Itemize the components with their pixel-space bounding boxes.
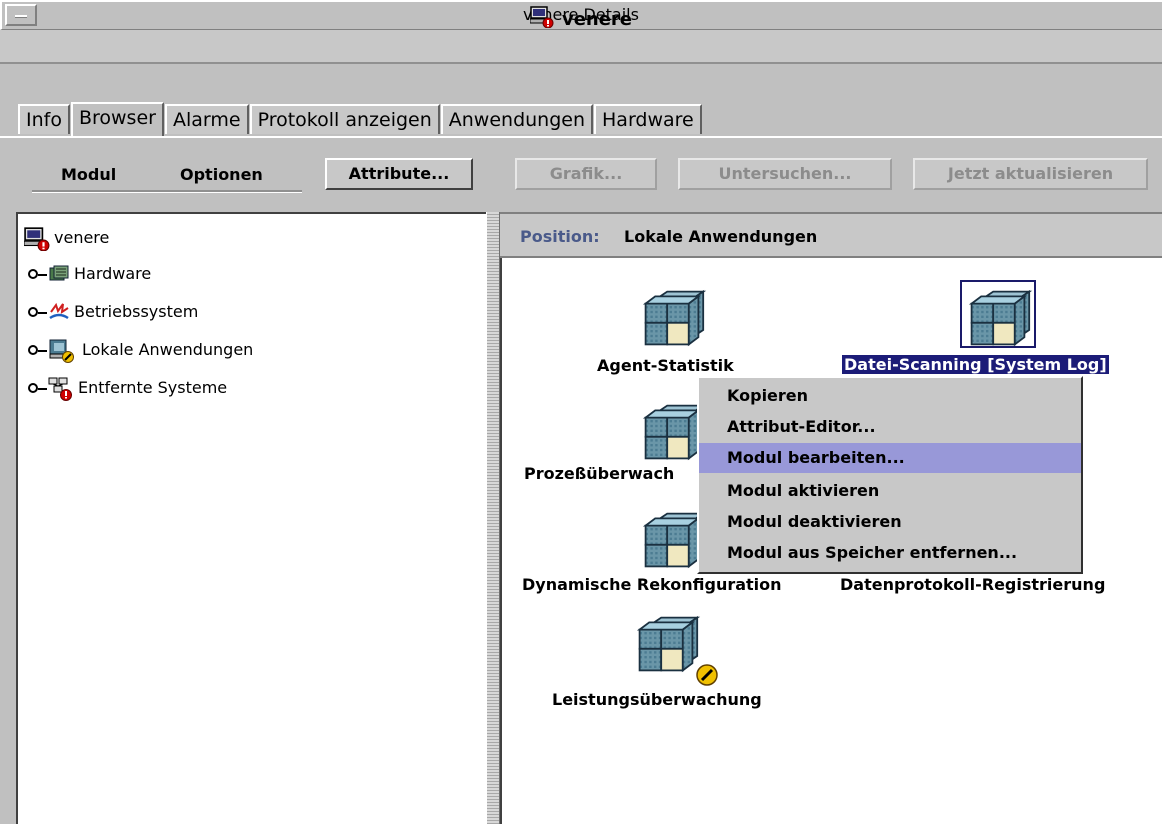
menu-optionen[interactable]: Optionen — [180, 165, 263, 184]
grafik-button[interactable]: Grafik... — [515, 158, 657, 190]
host-alarm-icon — [529, 6, 554, 28]
attribute-button[interactable]: Attribute... — [325, 158, 473, 190]
tree-item-label: Lokale Anwendungen — [82, 340, 254, 359]
tab-divider — [0, 136, 1162, 138]
menu-item-modul-aus-speicher-entfernen[interactable]: Modul aus Speicher entfernen... — [699, 538, 1081, 568]
module-label-leistungsueberwachung[interactable]: Leistungsüberwachung — [552, 690, 762, 709]
tree-item-entfernte-systeme[interactable]: Entfernte Systeme — [28, 374, 227, 402]
position-value: Lokale Anwendungen — [624, 227, 818, 246]
host-alarm-icon — [24, 227, 50, 251]
tree-item-betriebssystem[interactable]: Betriebssystem — [28, 298, 198, 326]
menu-item-modul-deaktivieren[interactable]: Modul deaktivieren — [699, 507, 1081, 537]
tree-item-lokale-anwendungen[interactable]: Lokale Anwendungen — [28, 336, 253, 364]
expand-toggle-icon[interactable] — [28, 269, 47, 279]
menu-item-kopieren[interactable]: Kopieren — [699, 381, 1081, 411]
remote-systems-icon — [48, 377, 72, 401]
tree-item-label: Hardware — [74, 264, 152, 283]
module-label-dynamische-rekonfiguration[interactable]: Dynamische Rekonfiguration — [522, 575, 782, 594]
tab-alarme[interactable]: Alarme — [164, 104, 249, 134]
tab-browser[interactable]: Browser — [70, 102, 164, 138]
operating-system-icon — [49, 302, 69, 320]
tab-protokoll-anzeigen[interactable]: Protokoll anzeigen — [249, 104, 440, 134]
expand-toggle-icon[interactable] — [28, 383, 47, 393]
position-label: Position: — [520, 227, 600, 246]
tab-bar: Info Browser Alarme Protokoll anzeigen A… — [18, 102, 703, 138]
module-cube-icon[interactable] — [962, 282, 1034, 354]
jetzt-aktualisieren-button[interactable]: Jetzt aktualisieren — [913, 158, 1148, 190]
hardware-icon — [49, 265, 69, 281]
host-name: venere — [561, 9, 633, 30]
position-bar: Position: Lokale Anwendungen — [500, 212, 1162, 258]
expand-toggle-icon[interactable] — [28, 345, 47, 355]
module-label-prozessueberwachung[interactable]: Prozeßüberwach — [524, 464, 674, 483]
tree-item-label: Entfernte Systeme — [78, 378, 228, 397]
host-header — [0, 30, 1162, 64]
tab-info[interactable]: Info — [18, 104, 70, 134]
pane-splitter[interactable] — [486, 212, 500, 824]
menu-item-attribut-editor[interactable]: Attribut-Editor... — [699, 412, 1081, 442]
menu-separator — [32, 190, 302, 193]
tree-item-label: Betriebssystem — [74, 302, 199, 321]
expand-toggle-icon[interactable] — [28, 307, 47, 317]
module-label-datei-scanning[interactable]: Datei-Scanning [System Log] — [842, 355, 1109, 374]
untersuchen-button[interactable]: Untersuchen... — [678, 158, 892, 190]
host-heading: venere — [0, 6, 1162, 30]
tree-root-label: venere — [54, 228, 110, 247]
warning-badge-icon — [696, 664, 718, 686]
local-applications-icon — [49, 339, 74, 363]
menu-item-modul-bearbeiten[interactable]: Modul bearbeiten... — [699, 443, 1081, 473]
module-cube-icon[interactable] — [636, 282, 708, 354]
context-menu: Kopieren Attribut-Editor... Modul bearbe… — [697, 376, 1083, 574]
module-label-agent-statistik[interactable]: Agent-Statistik — [597, 356, 734, 375]
tree-item-hardware[interactable]: Hardware — [28, 260, 151, 288]
tree-root[interactable]: venere — [24, 224, 109, 252]
module-label-datenprotokoll-registrierung[interactable]: Datenprotokoll-Registrierung — [840, 575, 1105, 594]
tab-hardware[interactable]: Hardware — [594, 104, 702, 134]
module-cube-icon[interactable] — [630, 608, 702, 680]
menu-modul[interactable]: Modul — [61, 165, 116, 184]
module-tree[interactable]: venere Hardware Betriebssystem Lokale An… — [16, 212, 486, 824]
menu-item-modul-aktivieren[interactable]: Modul aktivieren — [699, 476, 1081, 506]
tab-anwendungen[interactable]: Anwendungen — [440, 104, 594, 134]
